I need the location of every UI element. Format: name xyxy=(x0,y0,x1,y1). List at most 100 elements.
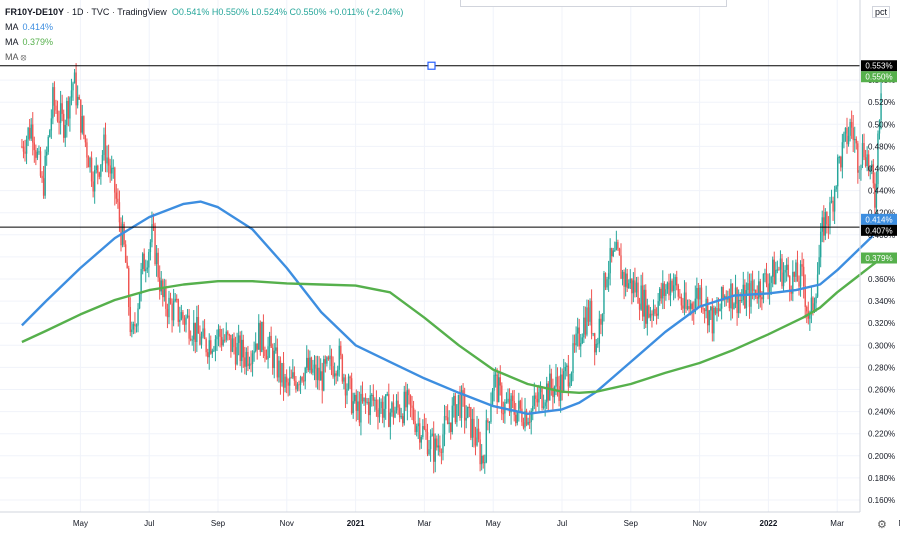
candle-body xyxy=(176,298,178,300)
plot-background xyxy=(0,0,860,512)
candle-body xyxy=(394,410,396,418)
line-handle[interactable] xyxy=(427,61,436,70)
candle-body xyxy=(412,407,415,422)
gear-icon[interactable]: ⚙ xyxy=(877,518,887,531)
candle-body xyxy=(527,421,529,425)
candle-body xyxy=(691,303,693,310)
price-axis[interactable]: 0.160% 0.180% 0.200% 0.220% 0.240% 0.260% 0.28… xyxy=(868,76,895,505)
candle-body xyxy=(262,321,265,350)
candle-body xyxy=(852,127,854,141)
unit-label[interactable]: pct xyxy=(872,6,891,18)
candle-body xyxy=(680,296,683,306)
candle-body xyxy=(802,266,805,286)
candle-body xyxy=(758,281,760,299)
candle-body xyxy=(66,100,68,125)
candle-body xyxy=(344,377,347,396)
candle-body xyxy=(713,307,715,334)
candle-body xyxy=(415,426,418,433)
candle-body xyxy=(696,287,698,299)
candle-body xyxy=(182,312,184,319)
candle-body xyxy=(764,273,766,275)
candle-body xyxy=(454,395,457,423)
candle-body xyxy=(166,308,169,318)
candle-body xyxy=(677,285,679,297)
candle-body xyxy=(52,87,54,119)
candle-body xyxy=(618,248,621,256)
candle-body xyxy=(793,271,796,277)
candle-body xyxy=(446,417,449,425)
candle-body xyxy=(56,110,59,121)
candle-body xyxy=(648,305,650,318)
candle-body xyxy=(773,259,775,285)
candle-body xyxy=(193,322,195,340)
candle-body xyxy=(711,306,714,334)
candle-body xyxy=(245,351,248,367)
candle-body xyxy=(482,455,484,464)
candle-body xyxy=(169,297,172,304)
candle-body xyxy=(244,357,246,367)
candle-body xyxy=(208,340,210,358)
price-label: 0.414% xyxy=(865,215,892,224)
legend-ma1[interactable]: MA 0.414% xyxy=(5,20,403,35)
candle-body xyxy=(388,394,390,427)
candle-body xyxy=(295,380,297,390)
price-chart[interactable]: 0.160% 0.180% 0.200% 0.220% 0.240% 0.260% 0.28… xyxy=(0,0,900,533)
candle-body xyxy=(474,437,477,446)
candle-body xyxy=(689,303,692,309)
candle-body xyxy=(439,445,441,452)
candle-body xyxy=(487,420,489,423)
candle-body xyxy=(202,328,204,337)
price-label: 0.379% xyxy=(865,254,892,263)
candle-body xyxy=(575,333,577,346)
candle-body xyxy=(330,355,333,367)
candle-body xyxy=(293,372,296,381)
candle-body xyxy=(75,72,77,106)
candle-body xyxy=(645,289,647,324)
candle-body xyxy=(403,391,405,424)
ma1-value: 0.414% xyxy=(22,22,54,32)
candle-body xyxy=(702,308,704,310)
candle-body xyxy=(131,329,133,333)
candle-body xyxy=(624,273,627,287)
y-tick-label: 0.220% xyxy=(868,430,895,439)
candle-body xyxy=(64,124,66,138)
time-axis[interactable]: MayJulSepNov2021MarMayJulSepNov2022MarMa… xyxy=(73,519,900,528)
candle-body xyxy=(498,377,500,403)
interval: 1D xyxy=(72,7,84,17)
candle-body xyxy=(347,376,350,389)
candle-body xyxy=(302,380,305,382)
candle-body xyxy=(398,407,401,418)
candle-body xyxy=(799,264,802,287)
candle-body xyxy=(36,151,39,158)
candle-body xyxy=(140,268,142,295)
candle-body xyxy=(216,336,218,340)
candle-body xyxy=(570,372,573,383)
candle-body xyxy=(511,395,514,402)
candle-body xyxy=(97,165,99,173)
price-labels: 0.553% 0.550% 0.414% 0.407% 0.379% xyxy=(861,60,897,264)
legend-ma3[interactable]: MA ⦻ xyxy=(5,50,403,65)
eye-off-icon[interactable]: ⦻ xyxy=(21,52,27,62)
ma3-label: MA xyxy=(5,52,19,62)
x-tick-label: 2021 xyxy=(347,519,365,528)
candle-body xyxy=(298,384,300,386)
candle-body xyxy=(231,338,234,352)
legend-ma2[interactable]: MA 0.379% xyxy=(5,35,403,50)
candle-body xyxy=(126,262,128,269)
candle-body xyxy=(641,285,644,317)
candle-body xyxy=(601,313,604,325)
candle-body xyxy=(829,202,831,226)
candle-body xyxy=(285,376,288,383)
candle-body xyxy=(313,364,316,369)
candle-body xyxy=(833,189,836,212)
candle-body xyxy=(810,297,813,313)
candle-body xyxy=(826,211,828,225)
candle-body xyxy=(784,269,786,273)
drawing-toolbar[interactable] xyxy=(460,0,727,7)
y-tick-label: 0.360% xyxy=(868,275,895,284)
candle-body xyxy=(222,339,224,346)
candle-body xyxy=(30,124,32,139)
symbol-name[interactable]: FR10Y-DE10Y xyxy=(5,7,64,17)
x-tick-label: Nov xyxy=(692,519,706,528)
candle-body xyxy=(307,357,309,371)
